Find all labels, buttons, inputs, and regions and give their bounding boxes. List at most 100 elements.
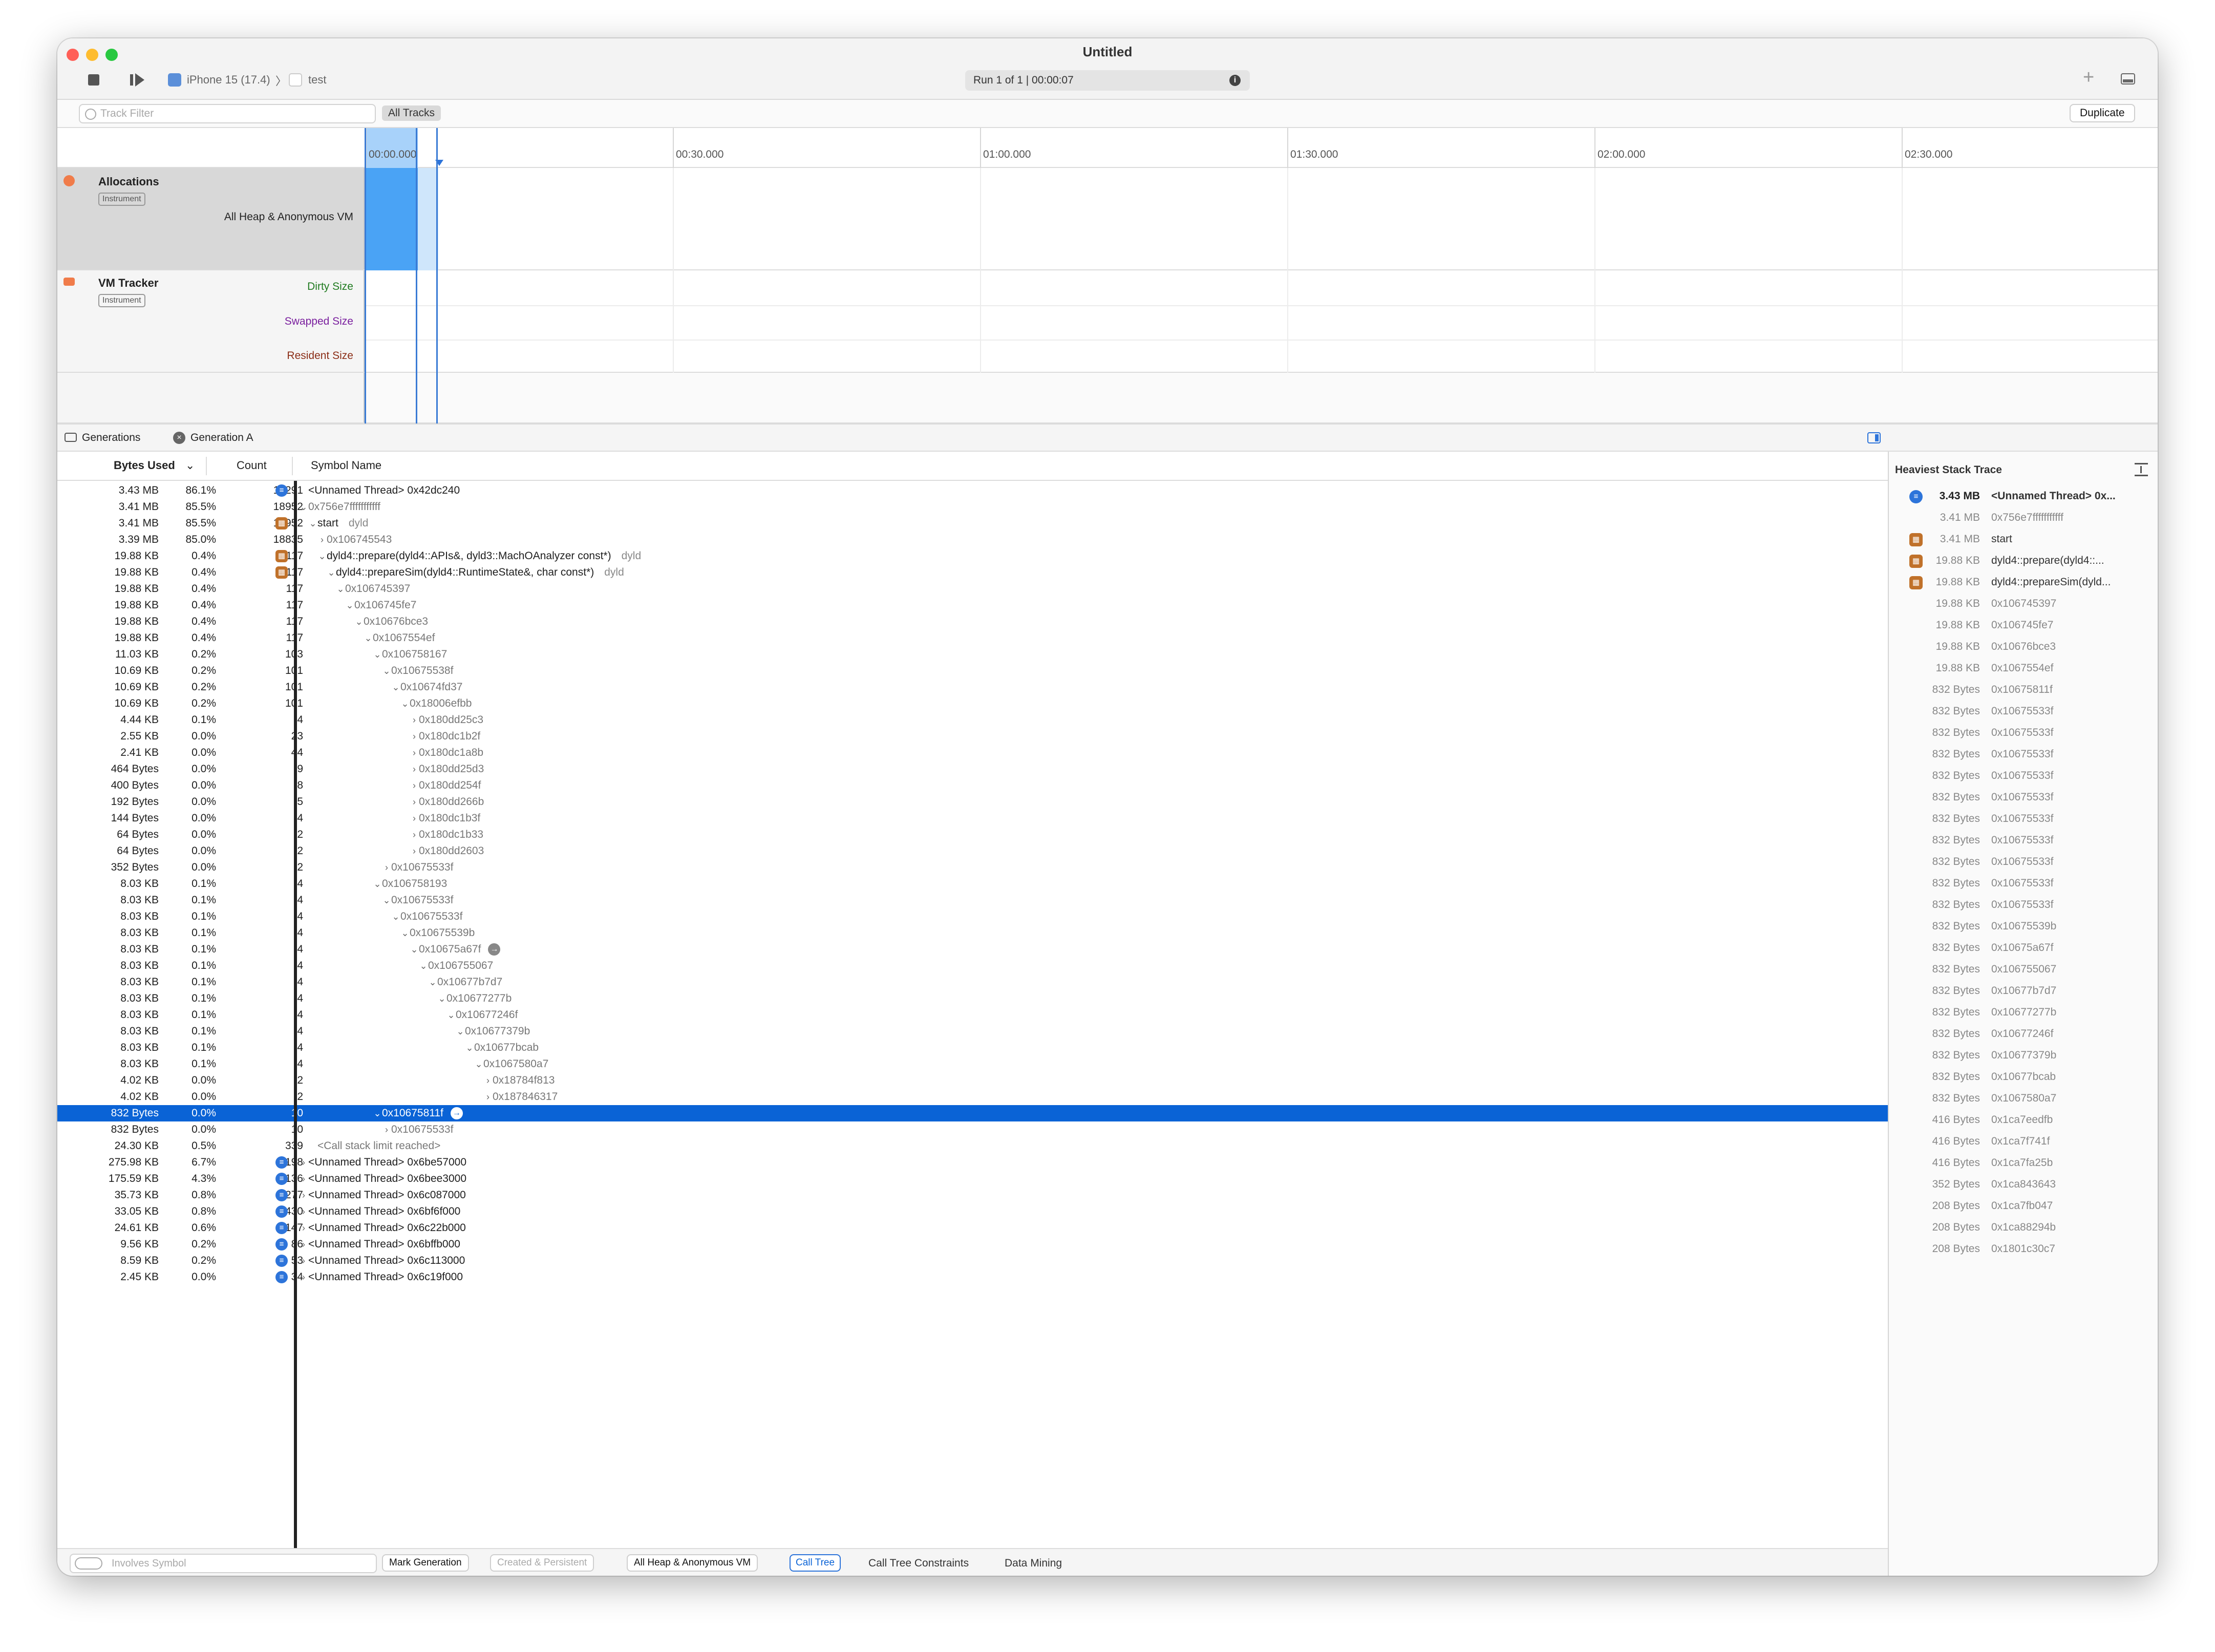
table-row[interactable]: 3.43 MB 86.1% 19291 ≡ <Unnamed Thread> 0x42d… xyxy=(57,482,1888,499)
list-item[interactable]: 416 Bytes 0x1ca7f741f xyxy=(1889,1131,2158,1152)
chevron-down-icon[interactable]: ⌄ xyxy=(354,613,364,630)
table-row[interactable]: 3.41 MB 85.5% 18952 ⌄0x756e7fffffffffff xyxy=(57,499,1888,515)
chevron-right-icon[interactable]: › xyxy=(299,1253,308,1269)
vm-tracker-instrument-badge[interactable]: Instrument xyxy=(98,294,145,307)
list-item[interactable]: 832 Bytes 0x10675533f xyxy=(1889,701,2158,722)
table-row[interactable]: 8.03 KB 0.1% 4 ⌄0x10677bcab xyxy=(57,1040,1888,1056)
table-row[interactable]: 19.88 KB 0.4% 117 ⌄0x106745fe7 xyxy=(57,597,1888,613)
chevron-down-icon[interactable]: ⌄ xyxy=(382,663,391,679)
table-row[interactable]: 9.56 KB 0.2% 86 ≡ › <Unnamed Thread> 0x6bffb0… xyxy=(57,1236,1888,1253)
chevron-down-icon[interactable]: ⌄ xyxy=(437,990,446,1007)
list-item[interactable]: 19.88 KB 0x1067554ef xyxy=(1889,658,2158,679)
table-row[interactable]: 8.03 KB 0.1% 4 ⌄0x10677277b xyxy=(57,990,1888,1007)
list-item[interactable]: 832 Bytes 0x10675533f xyxy=(1889,744,2158,765)
list-item[interactable]: 832 Bytes 0x10675a67f xyxy=(1889,937,2158,959)
call-tree-constraints-button[interactable]: Call Tree Constraints xyxy=(868,1557,969,1570)
list-item[interactable]: 832 Bytes 0x10677379b xyxy=(1889,1045,2158,1066)
involves-symbol-input[interactable]: Involves Symbol xyxy=(70,1554,377,1573)
chevron-down-icon[interactable]: ⌄ xyxy=(373,876,382,892)
chevron-right-icon[interactable]: › xyxy=(410,794,419,810)
chevron-down-icon[interactable]: ⌄ xyxy=(308,515,317,532)
device-selector[interactable]: iPhone 15 (17.4) xyxy=(187,73,270,87)
table-row[interactable]: 8.03 KB 0.1% 4 ⌄0x1067580a7 xyxy=(57,1056,1888,1072)
chevron-down-icon[interactable]: ⌄ xyxy=(382,892,391,908)
chevron-right-icon[interactable]: › xyxy=(382,859,391,876)
allocations-instrument-badge[interactable]: Instrument xyxy=(98,193,145,206)
chevron-down-icon[interactable]: ⌄ xyxy=(400,925,410,941)
table-row[interactable]: 33.05 KB 0.8% 430≡ ›<Unnamed Thread> 0x6bf6… xyxy=(57,1203,1888,1220)
chevron-right-icon[interactable]: › xyxy=(299,1154,308,1171)
list-item[interactable]: 832 Bytes 0x10677277b xyxy=(1889,1002,2158,1023)
table-row[interactable]: 8.03 KB 0.1% 4 ⌄0x106755067 xyxy=(57,958,1888,974)
chevron-right-icon[interactable]: › xyxy=(299,1236,308,1253)
vm-tracker-track[interactable]: VM Tracker Instrument Dirty Size Swapped… xyxy=(57,270,2158,373)
chevron-right-icon[interactable]: › xyxy=(410,761,419,777)
duplicate-button[interactable]: Duplicate xyxy=(2070,104,2135,122)
expand-collapse-icon[interactable] xyxy=(2135,463,2148,476)
table-row[interactable]: 8.03 KB 0.1% 4 ⌄0x10675a67f → xyxy=(57,941,1888,958)
table-row[interactable]: 19.88 KB 0.4% 117 ⌄0x106745397 xyxy=(57,581,1888,597)
list-item[interactable]: 19.88 KB 0x106745fe7 xyxy=(1889,615,2158,636)
chevron-down-icon[interactable]: ⌄ xyxy=(327,564,336,581)
list-item[interactable]: 832 Bytes 0x10675533f xyxy=(1889,851,2158,873)
table-row[interactable]: 19.88 KB 0.4% 117▦ ⌄dyld4::prepareSim(dyld4… xyxy=(57,564,1888,581)
target-selector[interactable]: test xyxy=(308,73,326,87)
list-item[interactable]: ▦ 19.88 KB dyld4::prepare(dyld4::... xyxy=(1889,550,2158,571)
focus-arrow-icon[interactable]: → xyxy=(488,943,501,956)
table-row[interactable]: 64 Bytes 0.0% 2 › 0x180dc1b33 xyxy=(57,827,1888,843)
chevron-right-icon[interactable]: › xyxy=(410,827,419,843)
chevron-down-icon[interactable]: ⌄ xyxy=(317,548,327,564)
list-item[interactable]: ≡ 3.43 MB <Unnamed Thread> 0x... xyxy=(1889,485,2158,507)
table-row[interactable]: 64 Bytes 0.0% 2 › 0x180dd2603 xyxy=(57,843,1888,859)
generation-a-crumb[interactable]: Generation A xyxy=(190,432,253,444)
list-item[interactable]: 832 Bytes 0x10675539b xyxy=(1889,916,2158,937)
chevron-right-icon[interactable]: › xyxy=(410,777,419,794)
timeline-selection[interactable] xyxy=(366,128,418,168)
chevron-right-icon[interactable]: › xyxy=(317,532,327,548)
chevron-down-icon[interactable]: ⌄ xyxy=(345,597,354,613)
allocations-track-label[interactable]: Allocations Instrument All Heap & Anonym… xyxy=(57,168,365,269)
chevron-right-icon[interactable]: › xyxy=(299,1171,308,1187)
table-row[interactable]: 24.61 KB 0.6% 147≡ ›<Unnamed Thread> 0x6c22… xyxy=(57,1220,1888,1236)
table-row[interactable]: 8.59 KB 0.2% 53 ≡ › <Unnamed Thread> 0x6c1130… xyxy=(57,1253,1888,1269)
table-row[interactable]: 2.45 KB 0.0% 34 ≡ › <Unnamed Thread> 0x6c19f0… xyxy=(57,1269,1888,1285)
list-item[interactable]: ▦ 3.41 MB start xyxy=(1889,528,2158,550)
chevron-right-icon[interactable]: › xyxy=(410,843,419,859)
table-row[interactable]: 10.69 KB 0.2% 101 ⌄0x18006efbb xyxy=(57,695,1888,712)
list-item[interactable]: 208 Bytes 0x1ca7fb047 xyxy=(1889,1195,2158,1217)
list-item[interactable]: 832 Bytes 0x1067580a7 xyxy=(1889,1088,2158,1109)
chevron-right-icon[interactable]: › xyxy=(299,1269,308,1285)
list-item[interactable]: 832 Bytes 0x10675533f xyxy=(1889,873,2158,894)
table-row[interactable]: 8.03 KB 0.1% 4 ⌄0x10677379b xyxy=(57,1023,1888,1040)
chevron-down-icon[interactable]: ⌄ xyxy=(428,974,437,990)
table-row[interactable]: 24.30 KB 0.5% 339 <Call stack limit reached… xyxy=(57,1138,1888,1154)
chevron-down-icon[interactable]: ⌄ xyxy=(364,630,373,646)
generation-close-icon[interactable]: × xyxy=(173,432,185,444)
table-row[interactable]: 10.69 KB 0.2% 101 ⌄0x10675538f xyxy=(57,663,1888,679)
table-row[interactable]: 3.41 MB 85.5% 18952 ▦ ⌄start dyld xyxy=(57,515,1888,532)
list-item[interactable]: 352 Bytes 0x1ca843643 xyxy=(1889,1174,2158,1195)
table-row[interactable]: 8.03 KB 0.1% 4 ⌄0x10675539b xyxy=(57,925,1888,941)
list-item[interactable]: 832 Bytes 0x10677bcab xyxy=(1889,1066,2158,1088)
chevron-right-icon[interactable]: › xyxy=(299,1187,308,1203)
table-row[interactable]: 8.03 KB 0.1% 4 ⌄0x10675533f xyxy=(57,908,1888,925)
symbol-name-header[interactable]: Symbol Name xyxy=(311,459,381,472)
all-tracks-button[interactable]: All Tracks xyxy=(382,105,441,121)
focus-arrow-icon[interactable]: → xyxy=(450,1107,463,1120)
list-item[interactable]: 416 Bytes 0x1ca7eedfb xyxy=(1889,1109,2158,1131)
chevron-down-icon[interactable]: ⌄ xyxy=(400,695,410,712)
list-item[interactable]: 208 Bytes 0x1801c30c7 xyxy=(1889,1238,2158,1260)
chevron-down-icon[interactable]: ⌄ xyxy=(299,499,308,515)
list-item[interactable]: 832 Bytes 0x106755067 xyxy=(1889,959,2158,980)
list-item[interactable]: 832 Bytes 0x10675533f xyxy=(1889,808,2158,830)
list-item[interactable]: 208 Bytes 0x1ca88294b xyxy=(1889,1217,2158,1238)
table-row[interactable]: 19.88 KB 0.4% 117▦ ⌄dyld4::prepare(dyld4::A… xyxy=(57,548,1888,564)
list-item[interactable]: 19.88 KB 0x10676bce3 xyxy=(1889,636,2158,658)
add-instrument-icon[interactable]: + xyxy=(2083,67,2094,89)
list-item[interactable]: 832 Bytes 0x10675533f xyxy=(1889,722,2158,744)
stop-icon[interactable] xyxy=(88,74,99,86)
table-row[interactable]: 352 Bytes 0.0% 2 › 0x10675533f xyxy=(57,859,1888,876)
table-row[interactable]: 2.41 KB 0.0% 44 › 0x180dc1a8b xyxy=(57,745,1888,761)
heap-type-select[interactable]: All Heap & Anonymous VM xyxy=(627,1554,758,1572)
chevron-down-icon[interactable]: ⌄ xyxy=(465,1040,474,1056)
